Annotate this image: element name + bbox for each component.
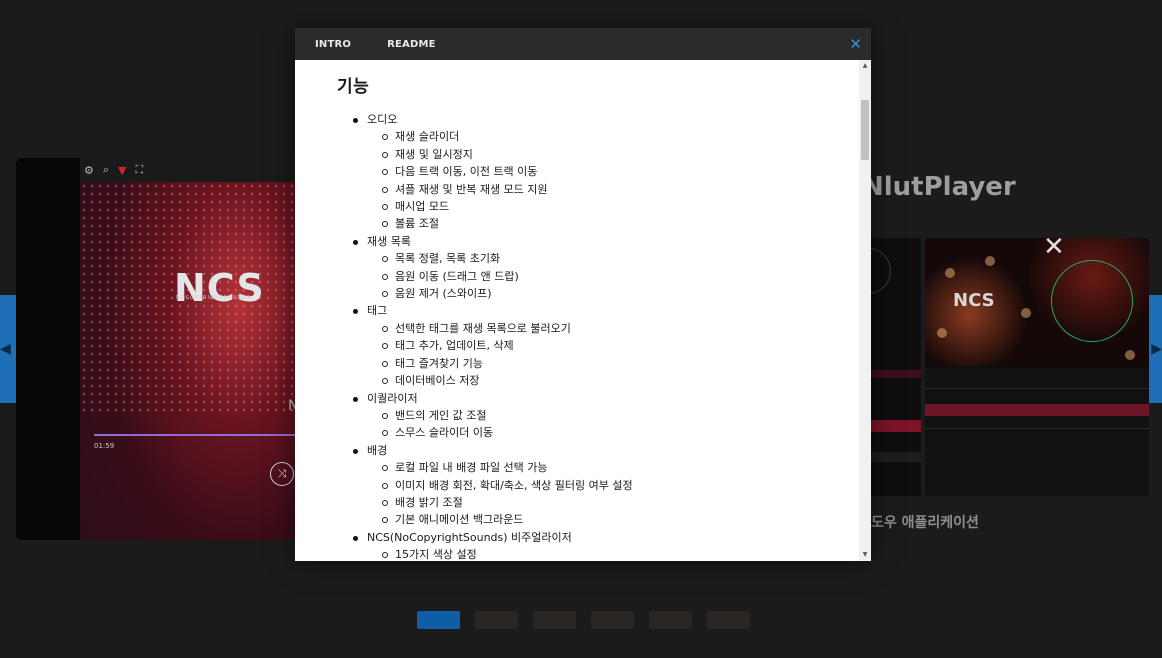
scroll-down-icon[interactable]: ▼ [859, 549, 871, 561]
feature-category-title: NCS(NoCopyrightSounds) 비주얼라이저 [367, 530, 572, 544]
modal-header: INTRO README ✕ [295, 28, 871, 60]
carousel-prev-button[interactable]: ◀ [0, 295, 16, 403]
thumb-bar [871, 420, 921, 432]
filter-icon[interactable]: ▼ [118, 164, 126, 177]
player-sidebar [16, 158, 80, 540]
feature-item: 데이터베이스 저장 [367, 372, 871, 389]
playback-progress[interactable] [94, 434, 306, 436]
tab-intro[interactable]: INTRO [315, 39, 351, 50]
feature-category-title: 배경 [367, 443, 388, 457]
close-icon: ✕ [1043, 238, 1065, 262]
bokeh-light [1125, 350, 1135, 360]
chevron-left-icon: ◀ [0, 341, 11, 357]
screenshot-thumbnail-1 [871, 238, 921, 496]
carousel-dot[interactable] [649, 611, 692, 629]
feature-category: NCS(NoCopyrightSounds) 비주얼라이저 15가지 색상 설정 [337, 529, 871, 561]
feature-item: 다음 트랙 이동, 이전 트랙 이동 [367, 163, 871, 180]
shuffle-icon[interactable]: ⤨ [270, 462, 294, 486]
gear-icon[interactable]: ⚙ [84, 164, 94, 177]
feature-category: 재생 목록목록 정렬, 목록 초기화 음원 이동 (드래그 앤 드랍) 음원 제거 … [337, 233, 871, 303]
carousel-dot[interactable] [533, 611, 576, 629]
feature-category-title: 이퀄라이저 [367, 391, 418, 405]
thumb-selected-row [925, 404, 1149, 416]
feature-item: 매시업 모드 [367, 198, 871, 215]
feature-item: 선택한 태그를 재생 목록으로 불러오기 [367, 320, 871, 337]
feature-item: 기본 애니메이션 백그라운드 [367, 511, 871, 528]
chevron-right-icon: ▶ [1151, 341, 1162, 357]
carousel-dot[interactable] [591, 611, 634, 629]
thumb-bar [871, 370, 921, 378]
thumb-divider [925, 428, 1149, 429]
feature-category: 배경로컬 파일 내 배경 파일 선택 가능 이미지 배경 회전, 확대/축소, 색… [337, 442, 871, 529]
bokeh-light [937, 328, 947, 338]
ncs-logo: NCS [953, 290, 995, 311]
carousel-dot[interactable] [475, 611, 518, 629]
readme-modal: INTRO README ✕ 기능 오디오재생 슬라이더 재생 및 일시정지 다음 … [295, 28, 871, 561]
feature-item: 목록 정렬, 목록 초기화 [367, 250, 871, 267]
bokeh-light [945, 268, 955, 278]
feature-sublist: 재생 슬라이더 재생 및 일시정지 다음 트랙 이동, 이전 트랙 이동 셔플 재생 … [367, 128, 871, 232]
feature-category: 이퀄라이저밴드의 게인 값 조절 스무스 슬라이더 이동 [337, 390, 871, 442]
playback-time: 01:59 [94, 442, 115, 450]
feature-sublist: 밴드의 게인 값 조절 스무스 슬라이더 이동 [367, 407, 871, 442]
thumb-divider [925, 388, 1149, 389]
carousel-next-button[interactable]: ▶ [1148, 295, 1162, 403]
feature-item: 배경 밝기 조절 [367, 494, 871, 511]
feature-item: 이미지 배경 회전, 확대/축소, 색상 필터링 여부 설정 [367, 477, 871, 494]
feature-item: 음원 이동 (드래그 앤 드랍) [367, 268, 871, 285]
close-icon[interactable]: ✕ [849, 35, 862, 53]
app-subtitle: 도우 애플리케이션 [871, 515, 979, 531]
feature-item: 재생 슬라이더 [367, 128, 871, 145]
feature-item: 로컬 파일 내 배경 파일 선택 가능 [367, 459, 871, 476]
thumb-bar [871, 452, 921, 462]
feature-item: 스무스 슬라이더 이동 [367, 424, 871, 441]
search-icon[interactable]: ⌕ [103, 163, 109, 177]
bokeh-light [1021, 308, 1031, 318]
feature-item: 음원 제거 (스와이프) [367, 285, 871, 302]
feature-item: 태그 추가, 업데이트, 삭제 [367, 337, 871, 354]
screenshot-thumbnail-2: ✕ NCS [925, 238, 1149, 496]
visualizer-ring [871, 248, 891, 294]
player-toolbar: ⚙ ⌕ ▼ ⛶ [80, 158, 306, 182]
bokeh-light [985, 256, 995, 266]
feature-category-title: 오디오 [367, 113, 398, 126]
ncs-logo-subtext: NOCOPYRIGHTSOUNDS [176, 295, 252, 301]
feature-category: 태그선택한 태그를 재생 목록으로 불러오기 태그 추가, 업데이트, 삭제 태그 … [337, 302, 871, 389]
ncs-logo: NCS [174, 266, 265, 310]
feature-sublist: 선택한 태그를 재생 목록으로 불러오기 태그 추가, 업데이트, 삭제 태그 즐겨… [367, 320, 871, 390]
feature-list: 오디오재생 슬라이더 재생 및 일시정지 다음 트랙 이동, 이전 트랙 이동 셔플 … [337, 111, 871, 561]
fullscreen-icon[interactable]: ⛶ [136, 163, 144, 177]
modal-content[interactable]: 기능 오디오재생 슬라이더 재생 및 일시정지 다음 트랙 이동, 이전 트랙 이동… [295, 60, 871, 561]
feature-sublist: 로컬 파일 내 배경 파일 선택 가능 이미지 배경 회전, 확대/축소, 색상 … [367, 459, 871, 529]
scroll-up-icon[interactable]: ▲ [859, 60, 871, 72]
carousel-dot[interactable] [707, 611, 750, 629]
carousel-slide-left[interactable]: ⚙ ⌕ ▼ ⛶ NCS NOCOPYRIGHTSOUNDS N 01:59 ⤨ [16, 158, 306, 540]
feature-item: 15가지 색상 설정 [367, 546, 871, 561]
feature-category: 오디오재생 슬라이더 재생 및 일시정지 다음 트랙 이동, 이전 트랙 이동 셔플 … [337, 111, 871, 233]
feature-sublist: 15가지 색상 설정 [367, 546, 871, 561]
feature-item: 볼륨 조절 [367, 215, 871, 232]
tab-readme[interactable]: README [387, 39, 436, 50]
feature-sublist: 목록 정렬, 목록 초기화 음원 이동 (드래그 앤 드랍) 음원 제거 (스와이프… [367, 250, 871, 302]
scrollbar-thumb[interactable] [861, 100, 869, 160]
feature-item: 셔플 재생 및 반복 재생 모드 지원 [367, 181, 871, 198]
feature-item: 태그 즐겨찾기 기능 [367, 355, 871, 372]
carousel-pagination [417, 611, 750, 629]
visualizer-ring [1051, 260, 1133, 342]
feature-category-title: 태그 [367, 304, 388, 318]
modal-scrollbar[interactable]: ▲ ▼ [859, 60, 871, 561]
section-heading: 기능 [337, 77, 370, 97]
carousel-dot[interactable] [417, 611, 460, 629]
feature-item: 밴드의 게인 값 조절 [367, 407, 871, 424]
feature-category-title: 재생 목록 [367, 234, 411, 248]
feature-item: 재생 및 일시정지 [367, 146, 871, 163]
app-title: NlutPlayer [862, 172, 1016, 202]
